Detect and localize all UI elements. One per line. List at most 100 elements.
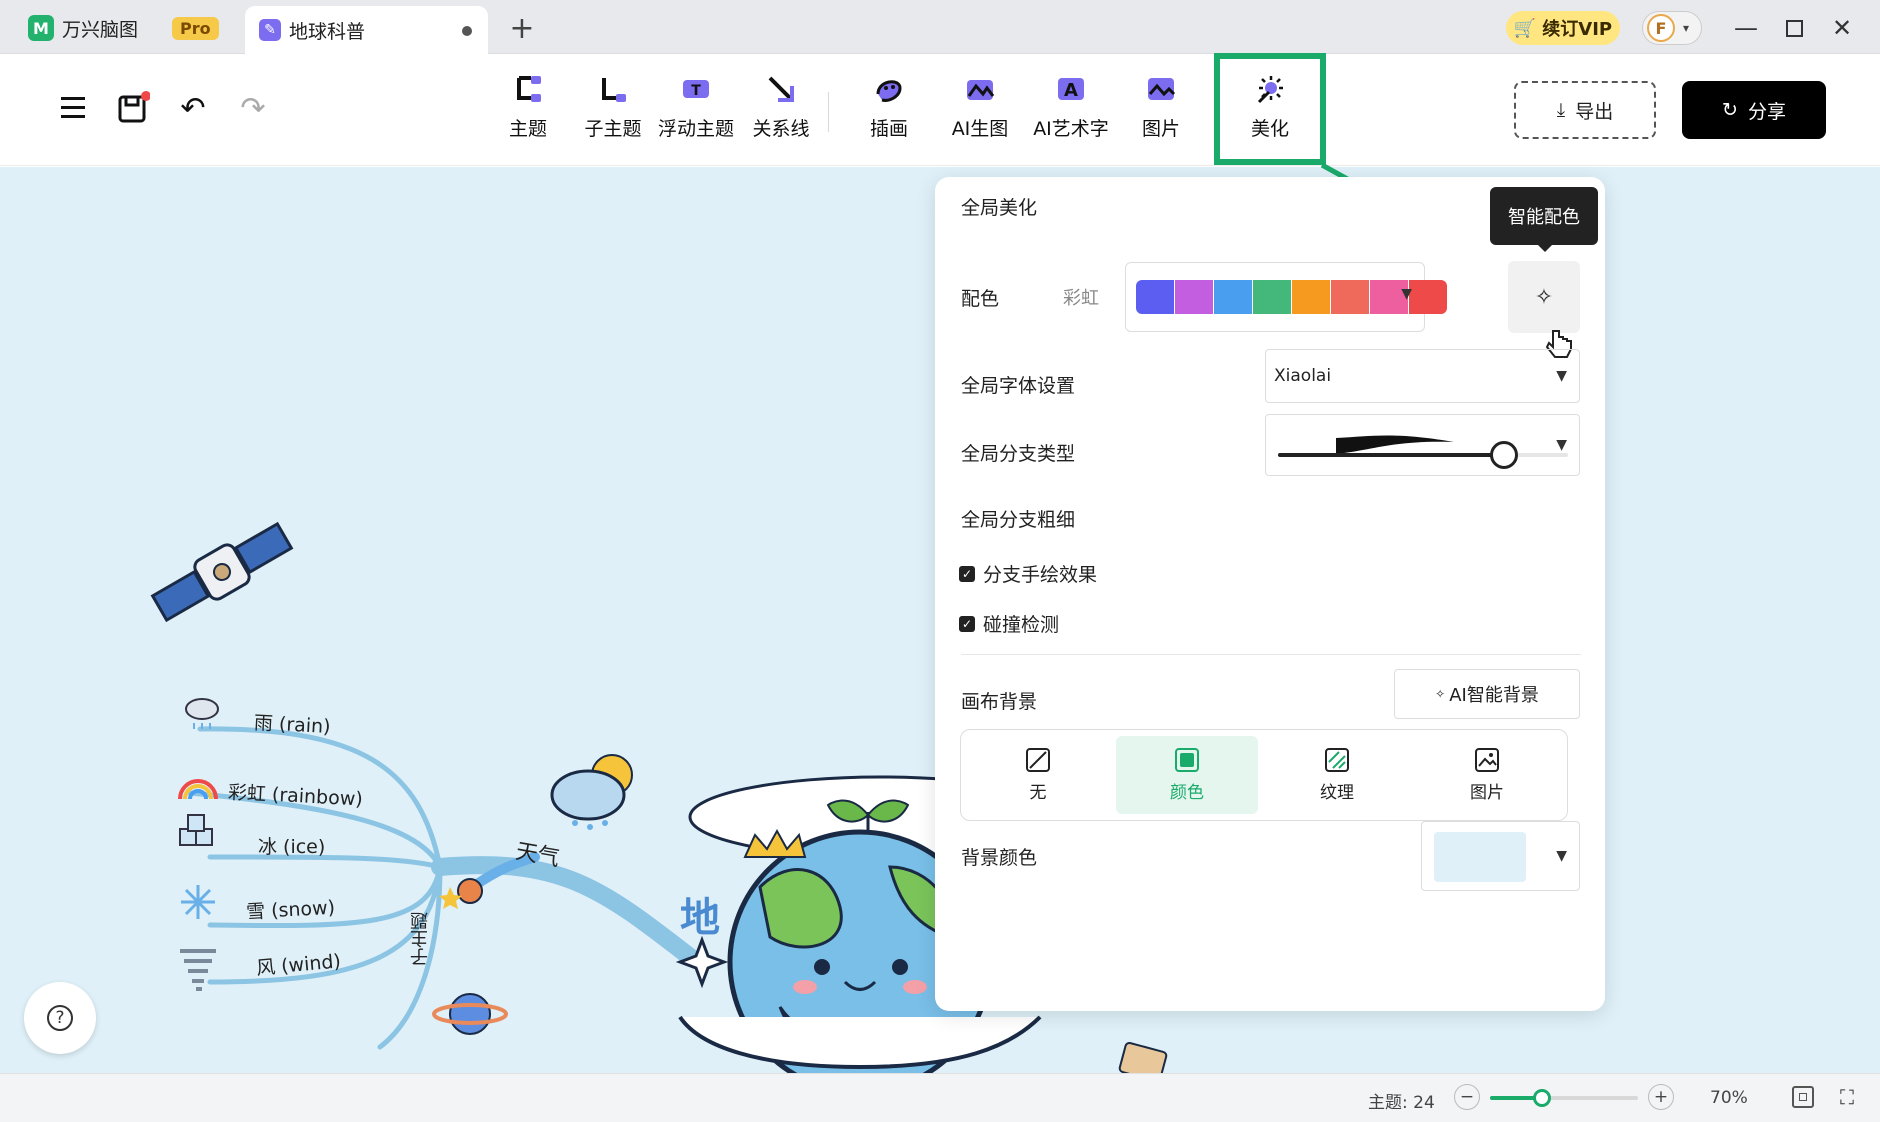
main-toolbar: ↶ ↷ 主题 子主题 T 浮动主题 关系线 插画 AI生图 A AI艺术字 图片…: [0, 54, 1880, 166]
chevron-down-icon: ▾: [1683, 21, 1690, 35]
tool-relation-line[interactable]: 关系线: [748, 72, 814, 152]
help-button[interactable]: ?: [24, 982, 96, 1054]
floating-topic-icon: T: [679, 72, 713, 106]
menu-button[interactable]: [53, 88, 93, 128]
smart-color-tooltip: 智能配色: [1490, 187, 1598, 252]
picture-icon: [1144, 72, 1178, 106]
bg-option-texture[interactable]: 纹理: [1266, 736, 1408, 814]
satellite-icon: [150, 521, 294, 623]
font-setting-label: 全局字体设置: [961, 375, 1076, 397]
central-topic-title[interactable]: 地: [680, 885, 720, 943]
ice-icon: [179, 814, 213, 846]
color-scheme-select[interactable]: ▼: [1125, 262, 1447, 332]
color-scheme-name: 彩虹: [1063, 288, 1099, 309]
tool-illustration[interactable]: 插画: [864, 72, 914, 152]
branch-rain[interactable]: 雨 (rain): [253, 708, 331, 739]
chevron-down-icon: ▼: [1556, 368, 1567, 384]
maximize-button[interactable]: [1774, 10, 1814, 46]
zoom-out-button[interactable]: −: [1454, 1084, 1480, 1110]
chevron-down-icon: ▼: [1556, 848, 1567, 864]
share-button[interactable]: ↻ 分享: [1682, 81, 1826, 139]
close-window-button[interactable]: ✕: [1822, 10, 1862, 46]
tool-ai-art-text[interactable]: A AI艺术字: [1026, 72, 1116, 152]
ai-smart-background-label: AI智能背景: [1449, 685, 1539, 706]
beautify-panel: 全局美化 配色 彩虹 ▼ 智能配色 ✧ 全局字体设置 Xiaolai ▼ 全局分…: [935, 177, 1605, 1011]
unsaved-dot-icon[interactable]: [462, 26, 472, 36]
bg-option-color[interactable]: 颜色: [1116, 736, 1258, 814]
renew-vip-button[interactable]: 🛒 续订VIP: [1506, 11, 1620, 45]
font-select[interactable]: Xiaolai ▼: [1265, 349, 1580, 403]
collision-checkbox[interactable]: ✓ 碰撞检测: [959, 610, 1059, 637]
bg-option-none-label: 无: [1029, 782, 1047, 803]
hand-drawn-label: 分支手绘效果: [983, 564, 1098, 586]
svg-text:T: T: [691, 83, 701, 99]
topic-icon: [511, 72, 545, 106]
zoom-slider[interactable]: [1490, 1089, 1638, 1107]
color-fill-icon: [1175, 747, 1199, 772]
share-icon: ↻: [1722, 99, 1738, 121]
tool-relation-line-label: 关系线: [752, 118, 810, 140]
avatar-letter: F: [1647, 14, 1675, 42]
document-icon: ✎: [259, 19, 281, 41]
color-scheme-label: 配色: [961, 288, 1000, 310]
bg-option-texture-label: 纹理: [1320, 782, 1354, 803]
branch-subtopic-vertical[interactable]: 子主题: [408, 912, 434, 966]
tool-ai-art-text-label: AI艺术字: [1033, 118, 1109, 140]
sparkle-small-icon: ✧: [1435, 687, 1446, 701]
tool-picture[interactable]: 图片: [1136, 72, 1186, 152]
planet-icon: [432, 993, 508, 1035]
ai-art-text-icon: A: [1054, 72, 1088, 106]
branch-width-slider[interactable]: [1278, 441, 1568, 469]
question-icon: ?: [47, 1005, 73, 1031]
bg-option-picture[interactable]: 图片: [1416, 736, 1558, 814]
title-bar: M 万兴脑图 Pro ✎ 地球科普 + 🛒 续订VIP F ▾ — ✕: [0, 0, 1880, 54]
minimize-button[interactable]: —: [1726, 10, 1766, 46]
new-tab-button[interactable]: +: [504, 8, 540, 48]
tool-illustration-label: 插画: [869, 118, 908, 140]
fullscreen-button[interactable]: ⛶: [1836, 1086, 1858, 1108]
app-name: 万兴脑图: [62, 18, 139, 41]
undo-button[interactable]: ↶: [173, 88, 213, 128]
color-swatch: [1292, 280, 1330, 314]
tool-ai-image-label: AI生图: [951, 118, 1009, 140]
fit-view-icon: [1799, 1093, 1807, 1101]
zoom-in-button[interactable]: +: [1648, 1084, 1674, 1110]
color-swatch: [1253, 280, 1291, 314]
smart-color-button[interactable]: ✧: [1508, 261, 1580, 333]
branch-type-select[interactable]: ▼: [1265, 414, 1580, 476]
branch-width-label: 全局分支粗细: [961, 509, 1076, 531]
app-tab[interactable]: M 万兴脑图 Pro: [12, 8, 222, 48]
tool-topic[interactable]: 主题: [498, 72, 558, 152]
svg-text:A: A: [1064, 80, 1078, 101]
color-swatch: [1175, 280, 1213, 314]
chevron-down-icon: ▼: [1556, 437, 1567, 453]
redo-button[interactable]: ↷: [233, 88, 273, 128]
snow-icon: [181, 885, 215, 919]
branch-snow[interactable]: 雪 (snow): [245, 893, 336, 925]
tool-topic-label: 主题: [508, 118, 547, 140]
save-button[interactable]: [113, 88, 153, 128]
branch-width-slider-knob[interactable]: [1490, 441, 1519, 469]
pro-badge: Pro: [172, 16, 219, 40]
background-color-picker[interactable]: ▼: [1421, 821, 1580, 891]
renew-vip-label: 续订VIP: [1542, 19, 1613, 40]
ai-smart-background-button[interactable]: ✧ AI智能背景: [1394, 669, 1580, 719]
redo-icon: ↷: [240, 90, 266, 126]
tool-floating-topic[interactable]: T 浮动主题: [653, 72, 739, 152]
tool-ai-image[interactable]: AI生图: [944, 72, 1016, 152]
tool-subtopic[interactable]: 子主题: [578, 72, 648, 152]
document-tab[interactable]: ✎ 地球科普: [245, 6, 488, 54]
branch-ice[interactable]: 冰 (ice): [258, 832, 325, 859]
topic-count: 主题: 24: [1368, 1093, 1435, 1113]
hamburger-icon: [61, 97, 85, 118]
export-button[interactable]: ⤓ 导出: [1514, 81, 1656, 139]
background-color-swatch: [1434, 832, 1526, 882]
bg-option-color-label: 颜色: [1170, 782, 1204, 803]
bg-option-none[interactable]: 无: [967, 736, 1109, 814]
zoom-slider-knob[interactable]: [1532, 1089, 1551, 1107]
hand-drawn-checkbox[interactable]: ✓ 分支手绘效果: [959, 560, 1097, 587]
weather-cloud-icon: [550, 754, 633, 830]
chevron-down-icon: ▼: [1401, 286, 1412, 302]
fit-view-button[interactable]: [1792, 1086, 1814, 1108]
user-avatar[interactable]: F ▾: [1642, 11, 1702, 45]
